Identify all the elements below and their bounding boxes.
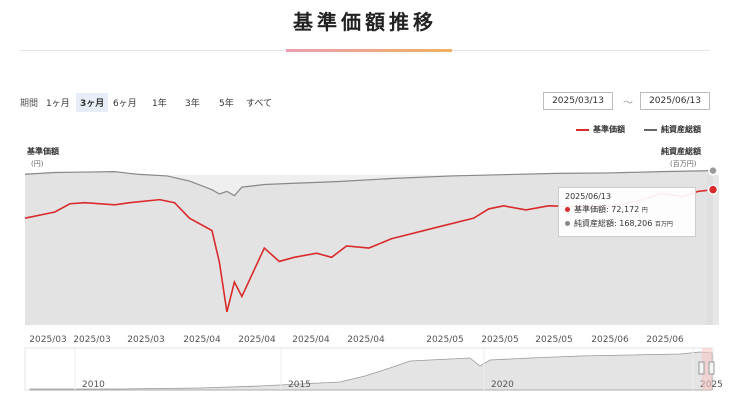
tooltip-nav-dot [565,207,570,212]
x-tick-label: 2025/03 [73,335,110,345]
net-assets-hover-marker [708,165,718,176]
navigator-handle-right[interactable] [708,361,715,375]
nav-hover-marker [707,184,719,195]
tooltip-nav-row: 基準価額: 72,172 円 [565,204,689,215]
x-tick-label: 2025/06 [591,335,629,345]
tooltip-nav-value: 72,172 [611,205,640,214]
x-tick-label: 2025/04 [347,335,385,345]
x-tick-label: 2025/04 [183,335,221,345]
x-tick-label: 2025/03 [127,335,164,345]
navigator-year-label: 2015 [288,380,311,390]
tooltip-nav-label: 基準価額: [574,205,609,214]
navigator-year-label: 2010 [82,380,105,390]
navigator-handle-left[interactable] [698,361,705,375]
tooltip-assets-unit: 百万円 [654,221,673,228]
x-tick-label: 2025/06 [646,335,684,345]
chart-tooltip: 2025/06/13 基準価額: 72,172 円 純資産総額: 168,206… [558,187,696,237]
hover-band [707,175,719,325]
tooltip-date: 2025/06/13 [565,192,612,201]
x-tick-label: 2025/05 [426,335,463,345]
tooltip-assets-row: 純資産総額: 168,206 百万円 [565,218,689,229]
tooltip-assets-label: 純資産総額: [574,219,617,228]
tooltip-assets-dot [565,221,570,226]
x-tick-label: 2025/04 [238,335,276,345]
navigator-year-label: 2020 [491,380,514,390]
x-tick-label: 2025/04 [292,335,330,345]
tooltip-nav-unit: 円 [641,207,648,214]
x-tick-label: 2025/03 [29,335,66,345]
x-tick-label: 2025/05 [481,335,518,345]
tooltip-assets-value: 168,206 [619,219,653,228]
x-tick-label: 2025/05 [535,335,572,345]
